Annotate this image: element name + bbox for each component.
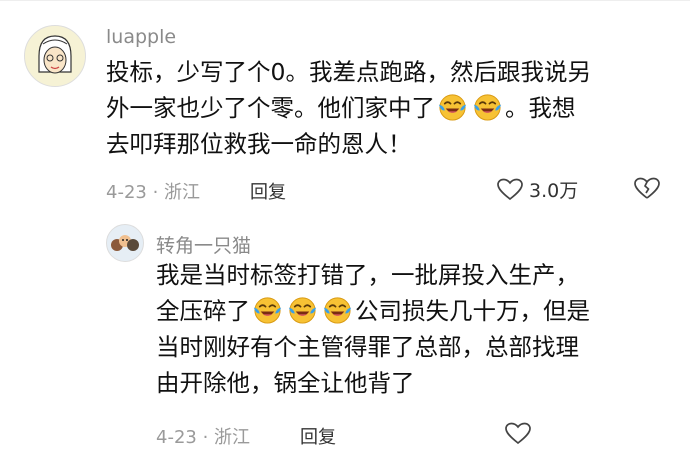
reply-text-line: 我是当时标签打错了，一批屏投入生产， <box>156 261 579 289</box>
comment-text: 投标，少写了个0。我差点跑路，然后跟我说另 外一家也少了个零。他们家中了 。我想 … <box>106 54 666 162</box>
reply-button[interactable]: 回复 <box>250 178 286 204</box>
reply-text-line: 全压碎了 公司损失几十万，但是 <box>156 293 666 329</box>
broken-heart-icon <box>634 177 660 199</box>
comment-date-location: 4-23 · 浙江 <box>106 182 201 203</box>
laughing-crying-emoji-icon <box>437 91 468 122</box>
cartoon-cats-avatar-icon <box>107 225 143 261</box>
laughing-crying-emoji-icon <box>252 294 283 325</box>
avatar[interactable] <box>24 25 86 87</box>
reply-like-button[interactable] <box>505 418 665 448</box>
laughing-crying-emoji-icon <box>287 294 318 325</box>
reply-date-location: 4-23 · 浙江 <box>156 427 251 448</box>
comment-text-line: 投标，少写了个0。我差点跑路，然后跟我说另 <box>106 58 591 86</box>
laughing-crying-emoji-icon <box>472 91 503 122</box>
reply-reply-button[interactable]: 回复 <box>300 423 336 449</box>
laughing-crying-emoji-icon <box>322 294 353 325</box>
comment-text-line: 去叩拜那位救我一命的恩人！ <box>106 130 412 158</box>
reply-avatar[interactable] <box>106 224 144 262</box>
reply-text: 我是当时标签打错了，一批屏投入生产， 全压碎了 公司损失几十万，但是 当时刚好有个… <box>156 257 666 401</box>
heart-icon <box>497 178 523 200</box>
like-count: 3.0万 <box>529 180 579 202</box>
heart-icon <box>505 422 531 445</box>
like-button[interactable]: 3.0万 <box>497 176 578 203</box>
reply-author[interactable]: 转角一只猫 <box>156 231 251 258</box>
comment-text-segment: 外一家也少了个零。他们家中了 <box>106 94 435 122</box>
comment-text-line: 外一家也少了个零。他们家中了 。我想 <box>106 90 666 126</box>
dislike-button[interactable] <box>634 177 660 205</box>
reply-text-segment: 全压碎了 <box>156 297 250 325</box>
comment-text-segment: 。我想 <box>505 94 576 122</box>
reply-text-line: 当时刚好有个主管得罪了总部，总部找理 <box>156 333 579 361</box>
comment-author[interactable]: luapple <box>106 26 176 48</box>
top-divider <box>0 0 690 1</box>
cartoon-girl-avatar-icon <box>25 26 85 86</box>
reply-text-segment: 公司损失几十万，但是 <box>355 297 590 325</box>
reply-text-line: 由开除他，锅全让他背了 <box>156 369 415 397</box>
